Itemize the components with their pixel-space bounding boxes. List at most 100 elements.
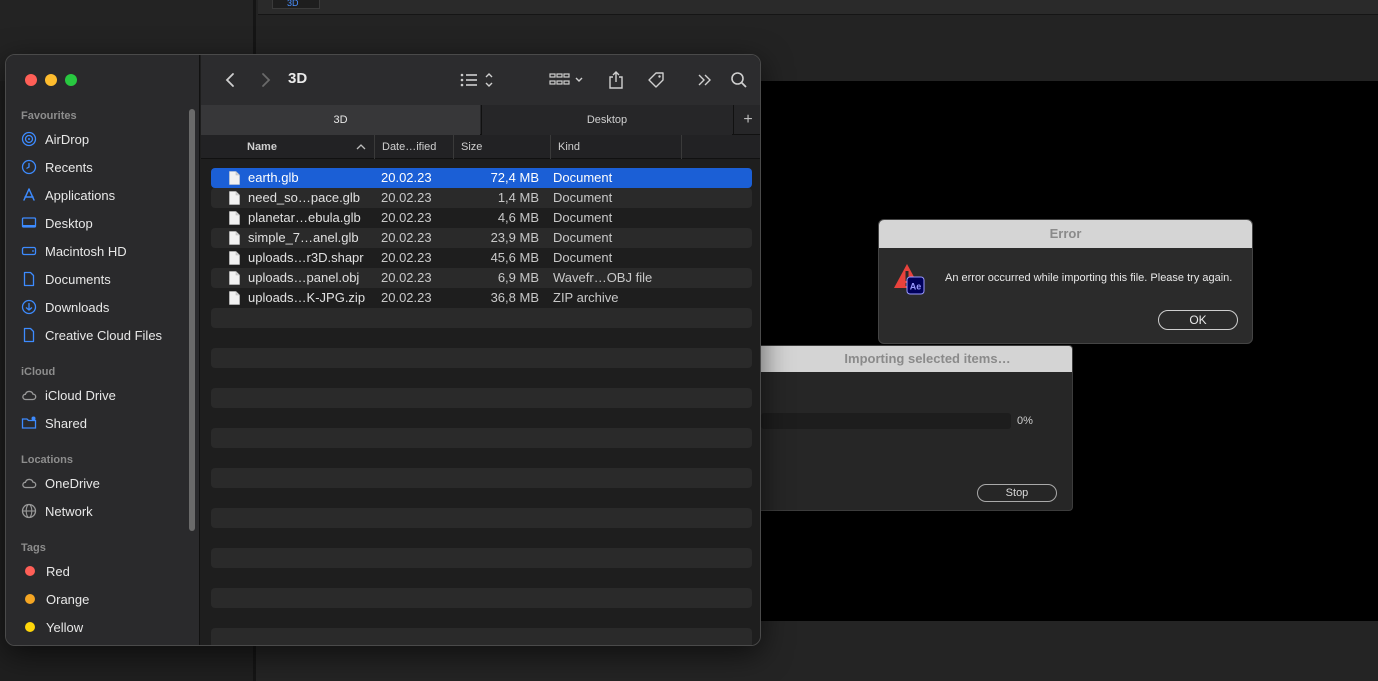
file-document-icon <box>229 191 240 205</box>
globe-icon <box>21 503 37 519</box>
sidebar-item-applications[interactable]: Applications <box>21 184 115 206</box>
import-progress-dialog: Importing selected items… 0% Stop <box>752 345 1073 511</box>
error-dialog-title: Error <box>879 220 1252 248</box>
stop-button[interactable]: Stop <box>977 484 1057 502</box>
tag-button[interactable] <box>644 69 668 91</box>
sidebar-tag-yellow[interactable]: Yellow <box>21 616 83 638</box>
column-header-size[interactable]: Size <box>454 135 551 159</box>
sidebar-item-label: Documents <box>45 271 111 287</box>
sidebar-item-label: AirDrop <box>45 131 90 147</box>
sidebar-scrollbar[interactable] <box>189 109 195 531</box>
empty-row-stripe <box>211 568 752 588</box>
sidebar-item-creative-cloud-files[interactable]: Creative Cloud Files <box>21 324 162 346</box>
file-row[interactable]: uploads…K-JPG.zip 20.02.23 36,8 MB ZIP arch… <box>211 288 752 308</box>
sidebar-tag-red[interactable]: Red <box>21 560 70 582</box>
sidebar-item-downloads[interactable]: Downloads <box>21 296 109 318</box>
sidebar-item-onedrive[interactable]: OneDrive <box>21 472 100 494</box>
sidebar-item-macintosh-hd[interactable]: Macintosh HD <box>21 240 127 262</box>
file-name: planetar…ebula.glb <box>248 210 361 225</box>
new-tab-button[interactable]: + <box>733 105 760 135</box>
ae-warning-icon: Ae <box>894 264 925 295</box>
file-size: 72,4 MB <box>490 170 539 185</box>
clock-icon <box>21 159 37 175</box>
sidebar-item-label: Desktop <box>45 215 93 231</box>
file-row[interactable]: need_so…pace.glb 20.02.23 1,4 MB Document <box>211 188 752 208</box>
column-header-kind[interactable]: Kind <box>551 135 682 159</box>
file-size: 6,9 MB <box>497 270 539 285</box>
tab-desktop[interactable]: Desktop <box>481 105 732 135</box>
view-options-button[interactable] <box>457 69 497 91</box>
empty-row-stripe <box>211 588 752 608</box>
chevron-right-icon <box>262 73 271 87</box>
group-button[interactable] <box>547 69 587 91</box>
file-kind: Document <box>553 230 613 245</box>
file-row[interactable]: uploads…r3D.shapr 20.02.23 45,6 MB Document <box>211 248 752 268</box>
file-row[interactable]: uploads…panel.obj 20.02.23 6,9 MB Wavefr…OB… <box>211 268 752 288</box>
back-button[interactable] <box>221 69 239 91</box>
tag-color-dot <box>25 566 35 576</box>
chevron-left-icon <box>225 73 234 87</box>
sidebar-item-label: Recents <box>45 159 93 175</box>
file-document-icon <box>229 171 240 185</box>
sidebar-section-locations: Locations <box>21 454 73 466</box>
app-tab-3d[interactable]: 3D <box>272 0 320 9</box>
tab-3d[interactable]: 3D <box>201 105 480 135</box>
file-date: 20.02.23 <box>381 230 432 245</box>
search-button[interactable] <box>729 69 749 91</box>
file-size: 4,6 MB <box>497 210 539 225</box>
file-size: 1,4 MB <box>497 190 539 205</box>
file-row[interactable]: earth.glb 20.02.23 72,4 MB Document <box>211 168 752 188</box>
column-name-label: Name <box>247 141 277 153</box>
file-kind: Document <box>553 250 613 265</box>
empty-row-stripe <box>211 368 752 388</box>
error-dialog: Error Ae An error occurred while importi… <box>878 219 1253 344</box>
sidebar-item-desktop[interactable]: Desktop <box>21 212 93 234</box>
sidebar-item-label: Macintosh HD <box>45 243 127 259</box>
sidebar-item-label: iCloud Drive <box>45 387 116 403</box>
progress-dialog-title: Importing selected items… <box>753 346 1072 372</box>
file-row[interactable]: planetar…ebula.glb 20.02.23 4,6 MB Document <box>211 208 752 228</box>
sidebar-item-label: Downloads <box>45 299 110 315</box>
finder-sidebar: Favourites AirDrop Recents Applications Des… <box>6 55 200 645</box>
file-kind: Document <box>553 210 613 225</box>
ae-badge-label: Ae <box>910 282 922 292</box>
harddrive-icon <box>21 243 37 259</box>
sidebar-item-label: Creative Cloud Files <box>45 327 163 343</box>
file-row[interactable]: simple_7…anel.glb 20.02.23 23,9 MB Document <box>211 228 752 248</box>
search-icon <box>731 72 747 88</box>
sort-ascending-icon <box>356 144 366 150</box>
sidebar-tag-orange[interactable]: Orange <box>21 588 89 610</box>
chevron-double-right-icon <box>698 74 711 86</box>
share-button[interactable] <box>604 69 628 91</box>
column-header-date[interactable]: Date…ified <box>375 135 454 159</box>
zoom-window-button[interactable] <box>65 74 77 86</box>
sidebar-item-network[interactable]: Network <box>21 500 93 522</box>
sidebar-item-icloud-drive[interactable]: iCloud Drive <box>21 384 116 406</box>
sidebar-item-recents[interactable]: Recents <box>21 156 93 178</box>
file-name: uploads…r3D.shapr <box>248 250 364 265</box>
file-kind: Document <box>553 190 613 205</box>
error-message: An error occurred while importing this f… <box>945 272 1233 284</box>
file-list: earth.glb 20.02.23 72,4 MB Document need_so…… <box>211 168 752 645</box>
sidebar-item-shared[interactable]: Shared <box>21 412 87 434</box>
cloud-icon <box>21 387 37 403</box>
sidebar-item-label: Red <box>46 563 70 579</box>
close-window-button[interactable] <box>25 74 37 86</box>
sidebar-item-documents[interactable]: Documents <box>21 268 111 290</box>
empty-row-stripe <box>211 628 752 645</box>
empty-row-stripe <box>211 608 752 628</box>
forward-button[interactable] <box>257 69 275 91</box>
ok-button[interactable]: OK <box>1158 310 1238 330</box>
finder-window: Favourites AirDrop Recents Applications Des… <box>5 54 761 646</box>
empty-row-stripe <box>211 348 752 368</box>
sidebar-item-airdrop[interactable]: AirDrop <box>21 128 89 150</box>
file-date: 20.02.23 <box>381 270 432 285</box>
file-document-icon <box>229 251 240 265</box>
file-date: 20.02.23 <box>381 170 432 185</box>
column-header-name[interactable]: Name <box>201 135 375 159</box>
minimize-window-button[interactable] <box>45 74 57 86</box>
empty-row-stripe <box>211 388 752 408</box>
file-kind: Wavefr…OBJ file <box>553 270 653 285</box>
progress-bar <box>761 413 1011 429</box>
more-toolbar-button[interactable] <box>695 69 715 91</box>
